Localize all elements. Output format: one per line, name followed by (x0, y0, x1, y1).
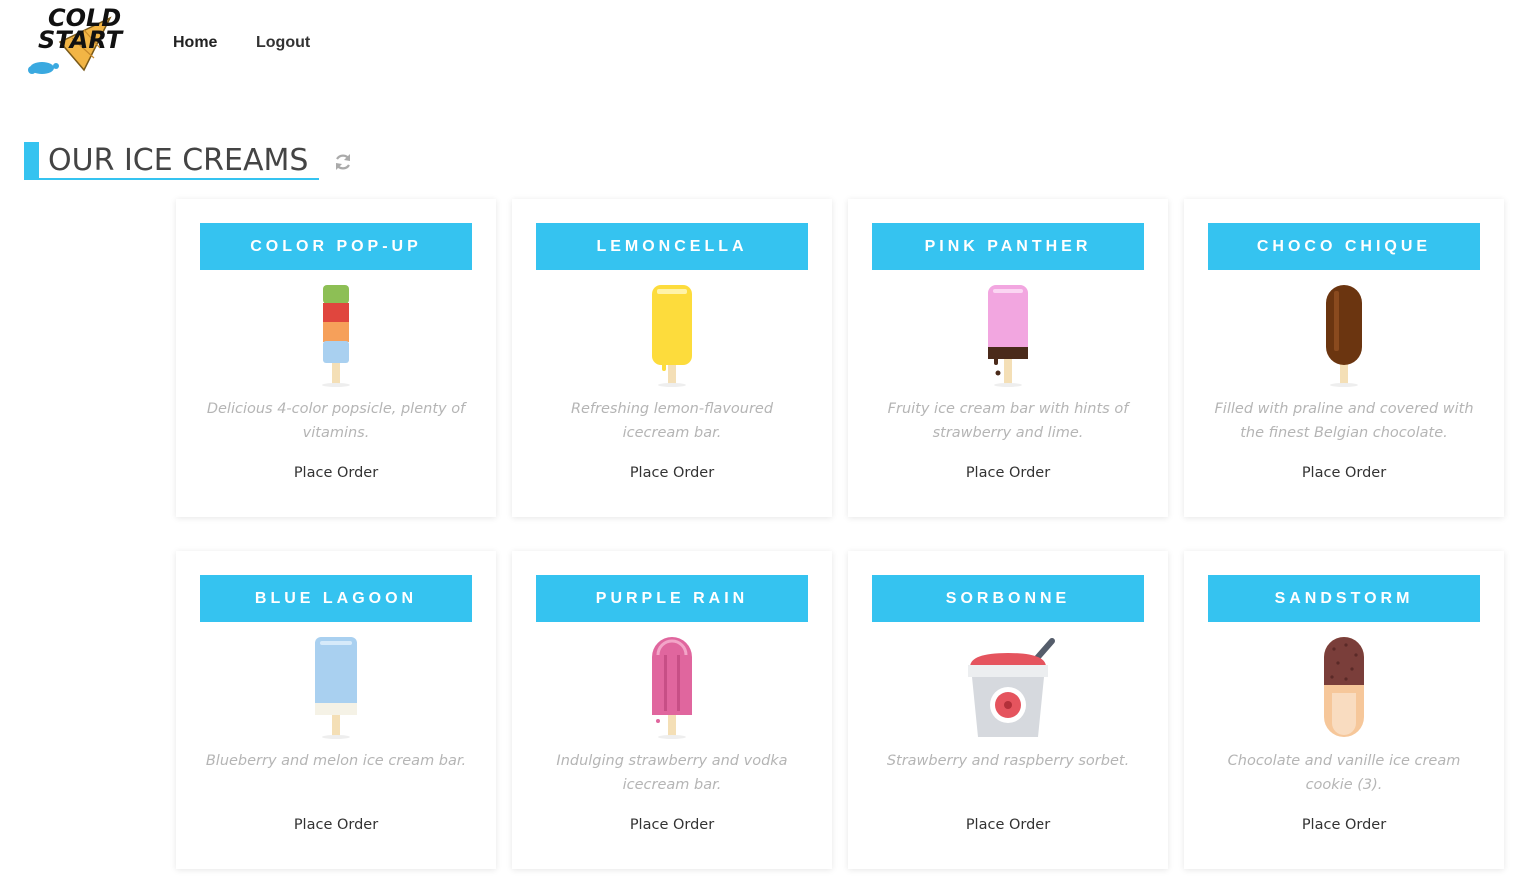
pink-popsicle-icon (988, 285, 1028, 387)
place-order-button[interactable]: Place Order (872, 465, 1144, 481)
section-accent-bar (24, 142, 39, 180)
blue-popsicle-icon (315, 637, 357, 739)
product-card: LEMONCELLA Refreshing lemon-flavoured ic… (512, 199, 832, 517)
sorbet-cup-icon (968, 638, 1055, 737)
cookie-popsicle-icon (1324, 637, 1364, 737)
top-navigation: COLD START Home Logout (0, 0, 1532, 90)
place-order-button[interactable]: Place Order (872, 817, 1144, 833)
product-card: PINK PANTHER Fruity ice cream bar with h… (848, 199, 1168, 517)
product-card: COLOR POP-UP Delicious 4-color popsicle,… (176, 199, 496, 517)
product-description: Chocolate and vanille ice cream cookie (… (1227, 753, 1461, 793)
product-description: Filled with praline and covered with the… (1214, 401, 1474, 441)
product-title: SANDSTORM (1208, 575, 1480, 622)
svg-text:START: START (38, 26, 124, 54)
product-description: Refreshing lemon-flavoured icecream bar. (570, 401, 774, 441)
section-title: OUR ICE CREAMS (48, 143, 309, 178)
nav-home-link[interactable]: Home (173, 34, 217, 52)
place-order-button[interactable]: Place Order (200, 465, 472, 481)
product-description: Delicious 4-color popsicle, plenty of vi… (206, 401, 466, 441)
product-card: BLUE LAGOON Blueberry and melon ice crea… (176, 551, 496, 869)
product-title: SORBONNE (872, 575, 1144, 622)
product-title: PURPLE RAIN (536, 575, 808, 622)
product-card: SANDSTORM Chocolate and vanille ice crea… (1184, 551, 1504, 869)
product-description: Strawberry and raspberry sorbet. (886, 753, 1130, 769)
place-order-button[interactable]: Place Order (1208, 817, 1480, 833)
place-order-button[interactable]: Place Order (536, 817, 808, 833)
nav-logout-link[interactable]: Logout (256, 34, 310, 52)
product-card: CHOCO CHIQUE Filled with praline and cov… (1184, 199, 1504, 517)
product-title: BLUE LAGOON (200, 575, 472, 622)
place-order-button[interactable]: Place Order (1208, 465, 1480, 481)
refresh-icon[interactable] (332, 151, 354, 173)
color-popsicle-icon (322, 285, 350, 387)
product-title: COLOR POP-UP (200, 223, 472, 270)
product-description: Indulging strawberry and vodka icecream … (556, 753, 788, 793)
product-description: Blueberry and melon ice cream bar. (205, 753, 467, 769)
product-description: Fruity ice cream bar with hints of straw… (887, 401, 1129, 441)
section-underline (24, 178, 319, 180)
product-title: PINK PANTHER (872, 223, 1144, 270)
cold-start-logo[interactable]: COLD START (22, 4, 146, 84)
product-card: PURPLE RAIN Indulging strawberry and vod… (512, 551, 832, 869)
chocolate-popsicle-icon (1326, 285, 1362, 387)
product-card: SORBONNE Strawberry and raspberry sorbet… (848, 551, 1168, 869)
purple-popsicle-icon (652, 637, 692, 739)
lemon-popsicle-icon (652, 285, 692, 387)
product-title: CHOCO CHIQUE (1208, 223, 1480, 270)
product-title: LEMONCELLA (536, 223, 808, 270)
place-order-button[interactable]: Place Order (200, 817, 472, 833)
place-order-button[interactable]: Place Order (536, 465, 808, 481)
